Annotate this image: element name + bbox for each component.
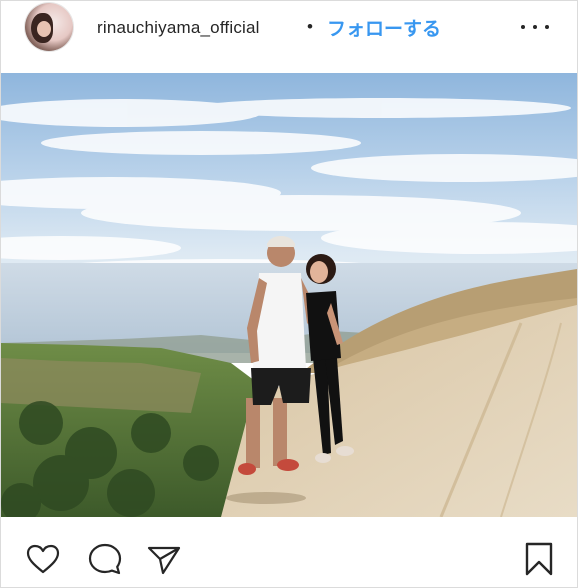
bookmark-icon[interactable]: [523, 541, 555, 577]
paper-plane-icon[interactable]: [146, 544, 182, 576]
more-options-icon[interactable]: [521, 15, 549, 39]
more-dot: [545, 25, 549, 29]
avatar-face: [37, 21, 51, 37]
photo-illustration: [1, 73, 577, 517]
heart-icon[interactable]: [25, 543, 61, 575]
post-header: rinauchiyama_official • フォローする: [1, 1, 577, 73]
username-link[interactable]: rinauchiyama_official: [97, 18, 260, 38]
post-photo[interactable]: [1, 73, 577, 517]
separator-dot: •: [307, 17, 313, 36]
more-dot: [533, 25, 537, 29]
more-dot: [521, 25, 525, 29]
post-actions: [1, 517, 577, 587]
avatar[interactable]: [25, 3, 73, 51]
follow-button[interactable]: フォローする: [327, 14, 441, 41]
instagram-embed-card: rinauchiyama_official • フォローする: [0, 0, 578, 588]
comment-bubble-icon[interactable]: [87, 542, 123, 576]
